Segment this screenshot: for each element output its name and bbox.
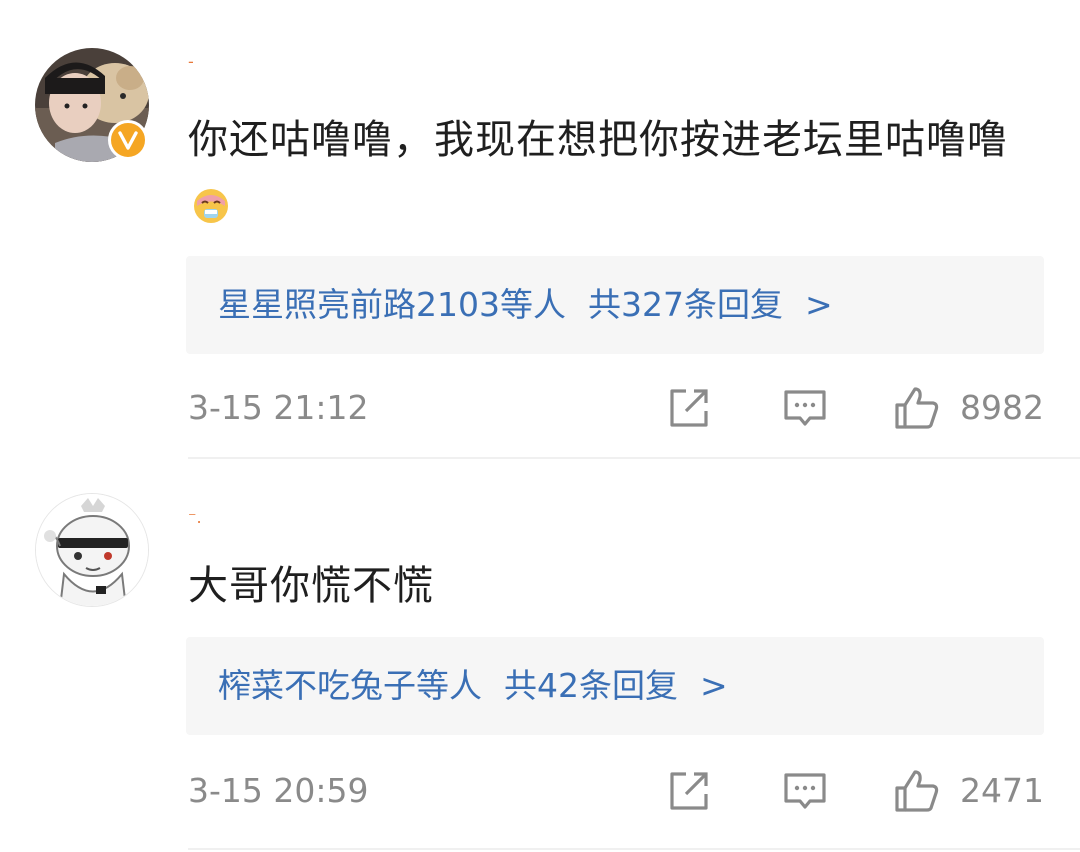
comment-text: 大哥你慌不慌 [188, 552, 1048, 620]
like-count: 2471 [960, 771, 1044, 810]
replies-summary[interactable]: 榨菜不吃兔子等人 共42条回复 > [218, 637, 728, 735]
divider [188, 457, 1080, 459]
comment-meta: 3-15 21:12 8982 [0, 373, 1080, 443]
comment-body: 你还咕噜噜，我现在想把你按进老坛里咕噜噜 [188, 117, 1008, 163]
timestamp: 3-15 21:12 [188, 388, 369, 427]
chevron-right-icon: > [700, 666, 728, 705]
comment-icon[interactable] [780, 768, 830, 814]
comment-icon[interactable] [780, 385, 830, 431]
reply-count[interactable]: 共42条回复 [504, 666, 678, 705]
share-icon[interactable] [664, 385, 714, 431]
comment-body: 大哥你慌不慌 [188, 563, 434, 609]
chevron-right-icon: > [804, 285, 833, 324]
comment-item: ⁻. 大哥你慌不慌 榨菜不吃兔子等人 共42条回复 > 3-15 20:59 2… [0, 460, 1080, 852]
reply-count[interactable]: 共327条回复 [588, 285, 783, 324]
comment-text: 你还咕噜噜，我现在想把你按进老坛里咕噜噜 [188, 106, 1048, 242]
username[interactable]: - [188, 52, 194, 71]
reply-names[interactable]: 榨菜不吃兔子等人 [218, 666, 482, 705]
reply-names[interactable]: 星星照亮前路2103等人 [218, 285, 566, 324]
thumbs-up-icon[interactable] [891, 768, 941, 814]
replies-box[interactable]: 榨菜不吃兔子等人 共42条回复 > [186, 637, 1044, 735]
share-icon[interactable] [664, 768, 714, 814]
verified-badge-icon [108, 120, 148, 160]
drooling-face-emoji [192, 178, 230, 223]
username[interactable]: ⁻. [188, 508, 202, 527]
avatar[interactable] [35, 493, 149, 607]
comment-item: - 你还咕噜噜，我现在想把你按进老坛里咕噜噜 星星照亮前路2103等人 共327条… [0, 0, 1080, 460]
replies-summary[interactable]: 星星照亮前路2103等人 共327条回复 > [218, 256, 833, 354]
like-count: 8982 [960, 388, 1044, 427]
comment-meta: 3-15 20:59 2471 [0, 756, 1080, 826]
divider [188, 848, 1080, 850]
thumbs-up-icon[interactable] [891, 385, 941, 431]
replies-box[interactable]: 星星照亮前路2103等人 共327条回复 > [186, 256, 1044, 354]
avatar-cartoon [36, 494, 148, 606]
timestamp: 3-15 20:59 [188, 771, 369, 810]
